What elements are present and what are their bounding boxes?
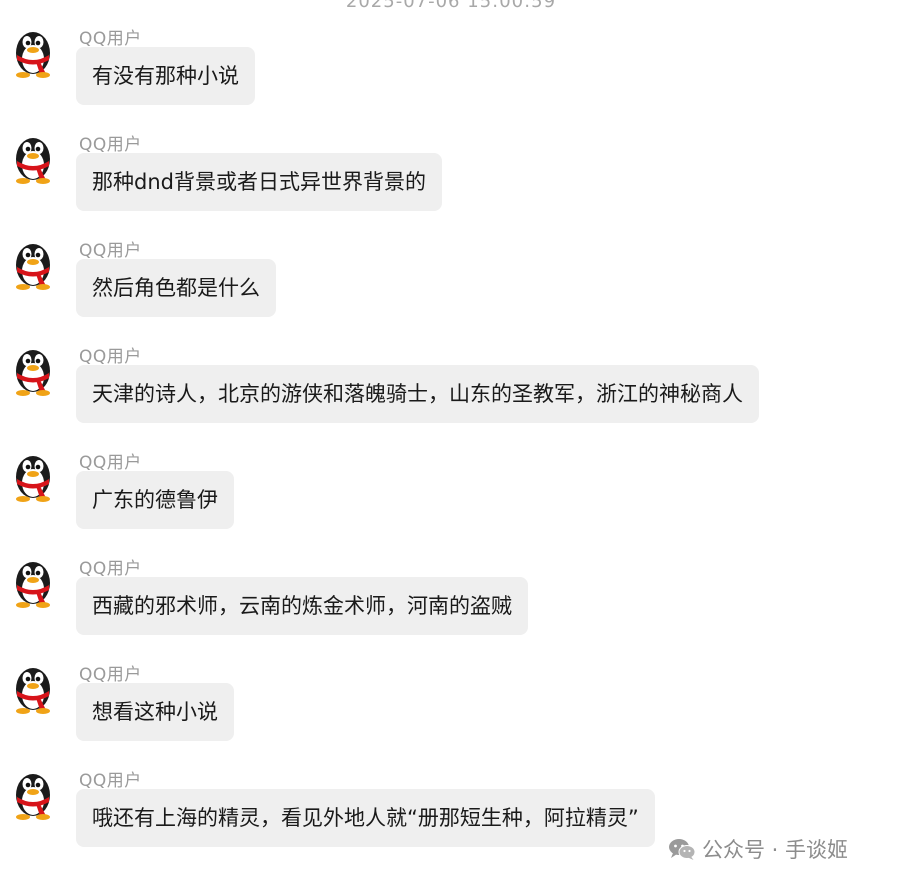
message-item: QQ用户 然后角色都是什么 (0, 234, 902, 340)
qq-penguin-avatar[interactable] (8, 552, 58, 608)
message-list: QQ用户 有没有那种小说 QQ用户 那种dnd背景或者日式异世界背景的 QQ用户… (0, 22, 902, 870)
message-bubble[interactable]: 广东的德鲁伊 (76, 471, 234, 529)
sender-name: QQ用户 (79, 347, 142, 367)
message-bubble[interactable]: 想看这种小说 (76, 683, 234, 741)
qq-penguin-avatar[interactable] (8, 340, 58, 396)
message-bubble[interactable]: 西藏的邪术师，云南的炼金术师，河南的盗贼 (76, 577, 528, 635)
wechat-icon (668, 837, 696, 861)
watermark-text: 公众号 · 手谈姬 (702, 838, 849, 862)
qq-penguin-avatar[interactable] (8, 658, 58, 714)
sender-name: QQ用户 (79, 771, 142, 791)
message-item: QQ用户 想看这种小说 (0, 658, 902, 764)
message-item: QQ用户 广东的德鲁伊 (0, 446, 902, 552)
message-bubble[interactable]: 那种dnd背景或者日式异世界背景的 (76, 153, 442, 211)
message-item: QQ用户 西藏的邪术师，云南的炼金术师，河南的盗贼 (0, 552, 902, 658)
sender-name: QQ用户 (79, 29, 142, 49)
timestamp: 2025-07-06 15:00:59 (345, 0, 557, 12)
message-bubble[interactable]: 然后角色都是什么 (76, 259, 276, 317)
watermark: 公众号 · 手谈姬 (668, 834, 848, 864)
sender-name: QQ用户 (79, 241, 142, 261)
qq-penguin-avatar[interactable] (8, 234, 58, 290)
message-item: QQ用户 有没有那种小说 (0, 22, 902, 128)
message-bubble[interactable]: 有没有那种小说 (76, 47, 255, 105)
message-bubble[interactable]: 天津的诗人，北京的游侠和落魄骑士，山东的圣教军，浙江的神秘商人 (76, 365, 759, 423)
chat-window: 2025-07-06 15:00:59 QQ用户 有没有那种小说 QQ用户 那种… (0, 0, 902, 884)
sender-name: QQ用户 (79, 665, 142, 685)
sender-name: QQ用户 (79, 559, 142, 579)
qq-penguin-avatar[interactable] (8, 128, 58, 184)
message-bubble[interactable]: 哦还有上海的精灵，看见外地人就“册那短生种，阿拉精灵” (76, 789, 655, 847)
message-item: QQ用户 那种dnd背景或者日式异世界背景的 (0, 128, 902, 234)
message-item: QQ用户 天津的诗人，北京的游侠和落魄骑士，山东的圣教军，浙江的神秘商人 (0, 340, 902, 446)
qq-penguin-avatar[interactable] (8, 446, 58, 502)
qq-penguin-avatar[interactable] (8, 764, 58, 820)
sender-name: QQ用户 (79, 135, 142, 155)
sender-name: QQ用户 (79, 453, 142, 473)
qq-penguin-avatar[interactable] (8, 22, 58, 78)
